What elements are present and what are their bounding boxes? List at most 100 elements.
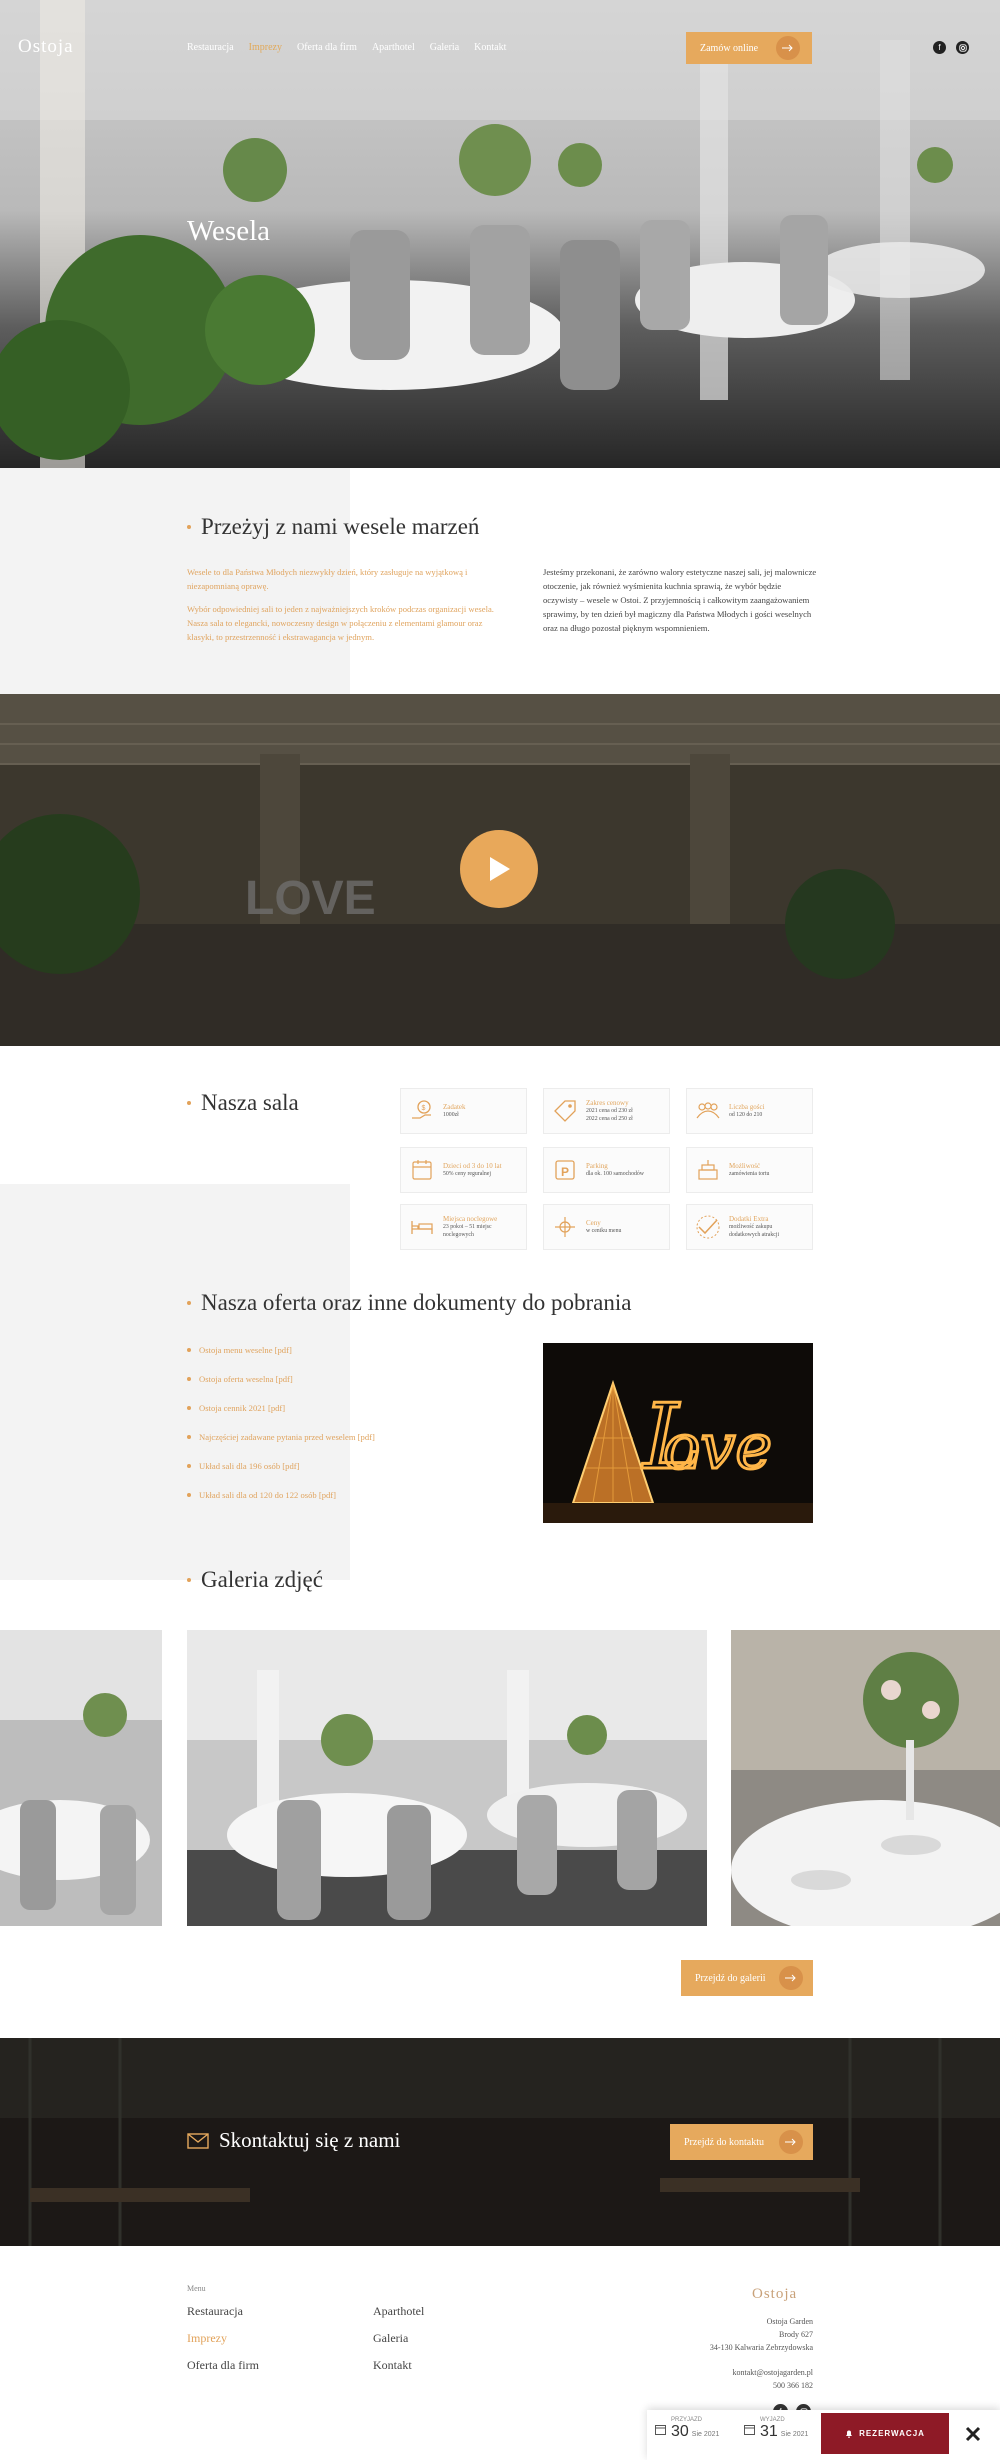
bell-icon xyxy=(846,2430,853,2438)
amenity-title: Liczba gości xyxy=(729,1103,765,1111)
guests-icon xyxy=(696,1102,720,1119)
list-dot xyxy=(187,1406,191,1410)
footer-link-oferta[interactable]: Oferta dla firm xyxy=(187,2358,259,2373)
reservation-button[interactable]: REZERWACJA xyxy=(821,2413,949,2454)
amenity-desc: od 120 do 210 xyxy=(729,1112,763,1118)
amenity-desc: 1000zł xyxy=(443,1112,459,1118)
order-online-button[interactable]: Zamów online xyxy=(686,32,812,64)
facebook-icon[interactable]: f xyxy=(933,41,946,54)
main-nav: Restauracja Imprezy Oferta dla firm Apar… xyxy=(187,42,506,53)
arrow-right-icon xyxy=(779,2130,803,2154)
gallery-heading-text: Galeria zdjęć xyxy=(201,1567,323,1592)
footer-address-name: Ostoja Garden xyxy=(766,2317,813,2326)
amenity-title: Dzieci od 3 do 10 lat xyxy=(443,1162,502,1170)
svg-text:L: L xyxy=(641,1385,703,1490)
doc-link-label: Układ sali dla od 120 do 122 osób [pdf] xyxy=(199,1490,337,1500)
nav-item-kontakt[interactable]: Kontakt xyxy=(474,42,506,53)
footer-link-kontakt[interactable]: Kontakt xyxy=(373,2358,412,2373)
gallery-image-1[interactable] xyxy=(0,1630,162,1926)
instagram-icon[interactable] xyxy=(956,41,969,54)
amenity-card-parking: P Parking dla ok. 100 samochodów xyxy=(543,1147,670,1193)
restaurant-interior-photo xyxy=(0,2038,1000,2246)
doc-link-label: Układ sali dla 196 osób [pdf] xyxy=(199,1461,300,1471)
list-dot xyxy=(187,1348,191,1352)
arrow-right-icon xyxy=(776,36,800,60)
footer-link-aparthotel[interactable]: Aparthotel xyxy=(373,2304,424,2319)
arrow-right-icon xyxy=(779,1966,803,1990)
nav-item-galeria[interactable]: Galeria xyxy=(430,42,459,53)
amenity-title: Zakres cenowy xyxy=(586,1099,629,1107)
footer-link-imprezy[interactable]: Imprezy xyxy=(187,2331,227,2346)
doc-link-menu[interactable]: Ostoja menu weselne [pdf] xyxy=(187,1345,292,1355)
footer-email-link[interactable]: kontakt@ostojagarden.pl xyxy=(733,2368,813,2377)
amenity-desc: 50% ceny reguralnej xyxy=(443,1171,491,1177)
docs-heading: Nasza oferta oraz inne dokumenty do pobr… xyxy=(187,1290,631,1316)
doc-link-layout-120[interactable]: Układ sali dla od 120 do 122 osób [pdf] xyxy=(187,1490,336,1500)
booking-bar: PRZYJAZD 30 Sie 2021 WYJAZD 31 Sie 2021 … xyxy=(647,2410,1000,2460)
amenity-card-accommodation: Miejsca noclegowe 23 pokoi – 51 miejsc no… xyxy=(400,1204,527,1250)
contact-section xyxy=(0,2038,1000,2246)
hall-heading-text: Nasza sala xyxy=(201,1090,299,1115)
gallery-button[interactable]: Przejdź do galerii xyxy=(681,1960,813,1996)
tag-icon xyxy=(554,1100,576,1122)
check-icon xyxy=(696,1215,720,1239)
gallery-image-3[interactable] xyxy=(731,1630,1000,1926)
intro-heading-text: Przeżyj z nami wesele marzeń xyxy=(201,514,480,539)
doc-link-pricelist[interactable]: Ostoja cennik 2021 [pdf] xyxy=(187,1403,285,1413)
amenity-title: Zadatek xyxy=(443,1103,466,1111)
footer-phone-link[interactable]: 500 366 182 xyxy=(773,2381,813,2390)
footer-menu-label: Menu xyxy=(187,2284,206,2293)
nav-item-aparthotel[interactable]: Aparthotel xyxy=(372,42,415,53)
amenity-desc: dla ok. 100 samochodów xyxy=(586,1171,644,1177)
hall-heading: Nasza sala xyxy=(187,1090,299,1116)
arrival-date-picker[interactable]: PRZYJAZD 30 Sie 2021 xyxy=(655,2417,719,2441)
cake-icon xyxy=(698,1160,718,1180)
departure-date-picker[interactable]: WYJAZD 31 Sie 2021 xyxy=(744,2417,808,2441)
arrival-day: 30 xyxy=(671,2423,689,2440)
gallery-button-label: Przejdź do galerii xyxy=(695,1972,766,1984)
hero-section: Ostoja Restauracja Imprezy Oferta dla fi… xyxy=(0,0,1000,468)
amenity-desc: zamówienia tortu xyxy=(729,1171,770,1177)
amenity-desc: możliwość zakupu dodatkowych atrakcji xyxy=(729,1224,780,1238)
heading-dot xyxy=(187,1101,191,1105)
calendar-icon xyxy=(655,2424,666,2435)
amenity-title: Miejsca noclegowe xyxy=(443,1215,498,1223)
amenity-title: Możliwość xyxy=(729,1162,761,1170)
doc-link-offer[interactable]: Ostoja oferta weselna [pdf] xyxy=(187,1374,293,1384)
close-icon[interactable] xyxy=(965,2426,981,2442)
contact-button[interactable]: Przejdź do kontaktu xyxy=(670,2124,813,2160)
amenity-card-deposit: $ Zadatek 1000zł xyxy=(400,1088,527,1134)
amenity-card-price-range: Zakres cenowy 2021 cena od 230 zł 2022 ce… xyxy=(543,1088,670,1134)
footer-link-restauracja[interactable]: Restauracja xyxy=(187,2304,243,2319)
amenity-title: Dodatki Extra xyxy=(729,1215,769,1223)
nav-item-oferta-dla-firm[interactable]: Oferta dla firm xyxy=(297,42,357,53)
doc-link-label: Ostoja oferta weselna [pdf] xyxy=(199,1374,293,1384)
page-title: Wesela xyxy=(187,215,271,247)
docs-left-panel xyxy=(0,1184,350,1580)
arrival-month-year: Sie 2021 xyxy=(691,2431,720,2438)
footer-address-city: 34-130 Kalwaria Zebrzydowska xyxy=(709,2343,813,2352)
site-logo[interactable]: Ostoja xyxy=(18,36,74,58)
footer-logo[interactable]: Ostoja xyxy=(752,2286,797,2303)
footer-address-street: Brody 627 xyxy=(779,2330,813,2339)
footer-link-galeria[interactable]: Galeria xyxy=(373,2331,408,2346)
doc-link-layout-196[interactable]: Układ sali dla 196 osób [pdf] xyxy=(187,1461,299,1471)
nav-item-imprezy[interactable]: Imprezy xyxy=(249,42,282,53)
docs-heading-text: Nasza oferta oraz inne dokumenty do pobr… xyxy=(201,1290,632,1315)
nav-item-restauracja[interactable]: Restauracja xyxy=(187,42,234,53)
contact-button-label: Przejdź do kontaktu xyxy=(684,2136,764,2148)
intro-paragraph-right: Jesteśmy przekonani, że zarówno walory e… xyxy=(543,567,817,633)
list-dot xyxy=(187,1435,191,1439)
doc-link-label: Ostoja menu weselne [pdf] xyxy=(199,1345,292,1355)
doc-link-label: Najczęściej zadawane pytania przed wesel… xyxy=(199,1432,375,1442)
play-video-button[interactable] xyxy=(460,830,538,908)
doc-link-faq[interactable]: Najczęściej zadawane pytania przed wesel… xyxy=(187,1432,375,1442)
calendar-icon xyxy=(744,2424,755,2435)
contact-heading-text: Skontaktuj się z nami xyxy=(219,2128,401,2152)
bed-icon xyxy=(411,1221,433,1234)
amenity-card-children: Dzieci od 3 do 10 lat 50% ceny reguralnej xyxy=(400,1147,527,1193)
amenity-title: Ceny xyxy=(586,1219,601,1227)
mail-icon xyxy=(187,2132,209,2149)
intro-paragraph-1: Wesele to dla Państwa Młodych niezwykły … xyxy=(187,567,468,591)
gallery-image-2[interactable] xyxy=(187,1630,707,1926)
